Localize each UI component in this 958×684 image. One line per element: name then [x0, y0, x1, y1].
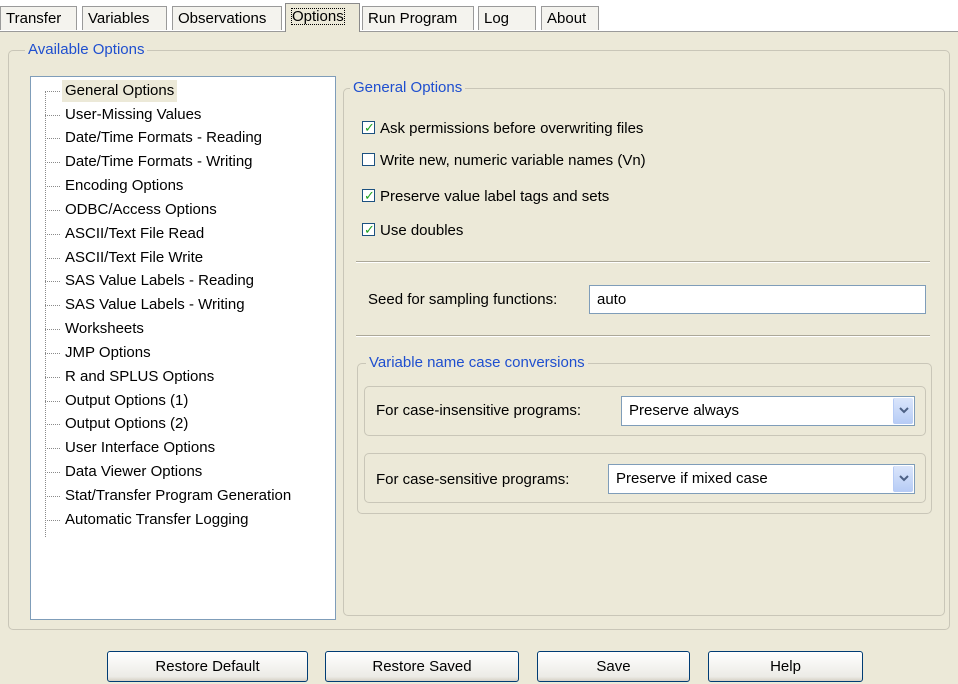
checkbox-label: Use doubles — [380, 222, 464, 239]
case-sensitive-label: For case-sensitive programs: — [376, 471, 570, 488]
checkmark-icon: ✓ — [364, 188, 375, 203]
tree-item-label: Automatic Transfer Logging — [65, 511, 249, 528]
tree-item-label: Encoding Options — [65, 177, 184, 194]
options-tree[interactable]: General Options User-Missing Values Date… — [30, 76, 336, 620]
select-value: Preserve always — [629, 402, 740, 419]
tab-label: Variables — [88, 10, 150, 27]
checkbox-box: ✓ — [362, 222, 375, 237]
separator — [356, 261, 930, 263]
tree-item-label: Date/Time Formats - Reading — [65, 129, 263, 146]
case-conversions-label: Variable name case conversions — [366, 354, 588, 372]
tree-item-label: User-Missing Values — [65, 106, 202, 123]
tab-label: Run Program — [368, 10, 458, 27]
tab-options[interactable]: Options — [285, 3, 360, 32]
tree-item-label: General Options — [62, 80, 178, 102]
tab-label: Observations — [178, 10, 267, 27]
tree-item-label: Output Options (1) — [65, 392, 189, 409]
tree-item-label: JMP Options — [65, 344, 151, 361]
tree-item-label: User Interface Options — [65, 439, 216, 456]
dropdown-button[interactable] — [893, 466, 913, 492]
checkbox-box — [362, 153, 375, 166]
general-options-label: General Options — [350, 79, 466, 97]
seed-label: Seed for sampling functions: — [368, 291, 558, 308]
tab-label: Transfer — [6, 10, 62, 27]
chevron-down-icon — [899, 475, 909, 482]
dropdown-button[interactable] — [893, 398, 913, 424]
tab-label: Log — [484, 10, 510, 27]
tree-item-label: SAS Value Labels - Reading — [65, 272, 255, 289]
checkbox-box: ✓ — [362, 120, 375, 135]
tab-variables[interactable]: Variables — [82, 6, 167, 30]
save-button[interactable]: Save — [537, 651, 690, 682]
available-options-label: Available Options — [25, 41, 148, 59]
restore-default-button[interactable]: Restore Default — [107, 651, 308, 682]
case-sensitive-select[interactable]: Preserve if mixed case — [608, 464, 915, 494]
tree-guide-line — [45, 91, 46, 537]
tab-observations[interactable]: Observations — [172, 6, 282, 30]
checkmark-icon: ✓ — [364, 120, 375, 135]
separator — [356, 335, 930, 337]
checkbox-label: Write new, numeric variable names (Vn) — [380, 152, 646, 169]
tree-item-label: ASCII/Text File Read — [65, 225, 205, 242]
tree-item-label: SAS Value Labels - Writing — [65, 296, 245, 313]
chevron-down-icon — [899, 407, 909, 414]
checkmark-icon: ✓ — [364, 222, 375, 237]
tree-item-label: ODBC/Access Options — [65, 201, 217, 218]
tree-item-label: ASCII/Text File Write — [65, 249, 204, 266]
case-insensitive-select[interactable]: Preserve always — [621, 396, 915, 426]
tab-label: About — [547, 10, 587, 27]
tree-item-label: Output Options (2) — [65, 415, 189, 432]
case-insensitive-label: For case-insensitive programs: — [376, 402, 582, 419]
checkbox-label: Preserve value label tags and sets — [380, 188, 610, 205]
tree-item-label: Worksheets — [65, 320, 144, 337]
checkbox-label: Ask permissions before overwriting files — [380, 120, 644, 137]
tab-bar: Transfer Variables Observations Options … — [0, 0, 958, 33]
tree-item-label: Data Viewer Options — [65, 463, 203, 480]
tab-label: Options — [291, 8, 345, 25]
checkbox-box: ✓ — [362, 188, 375, 203]
tree-item-label: Stat/Transfer Program Generation — [65, 487, 292, 504]
tab-transfer[interactable]: Transfer — [0, 6, 77, 30]
select-value: Preserve if mixed case — [616, 470, 768, 487]
tree-item-label: R and SPLUS Options — [65, 368, 215, 385]
tab-run-program[interactable]: Run Program — [362, 6, 474, 30]
tree-item-label: Date/Time Formats - Writing — [65, 153, 253, 170]
tab-about[interactable]: About — [541, 6, 599, 30]
restore-saved-button[interactable]: Restore Saved — [325, 651, 519, 682]
seed-input[interactable]: auto — [589, 285, 926, 314]
tab-log[interactable]: Log — [478, 6, 536, 30]
help-button[interactable]: Help — [708, 651, 863, 682]
